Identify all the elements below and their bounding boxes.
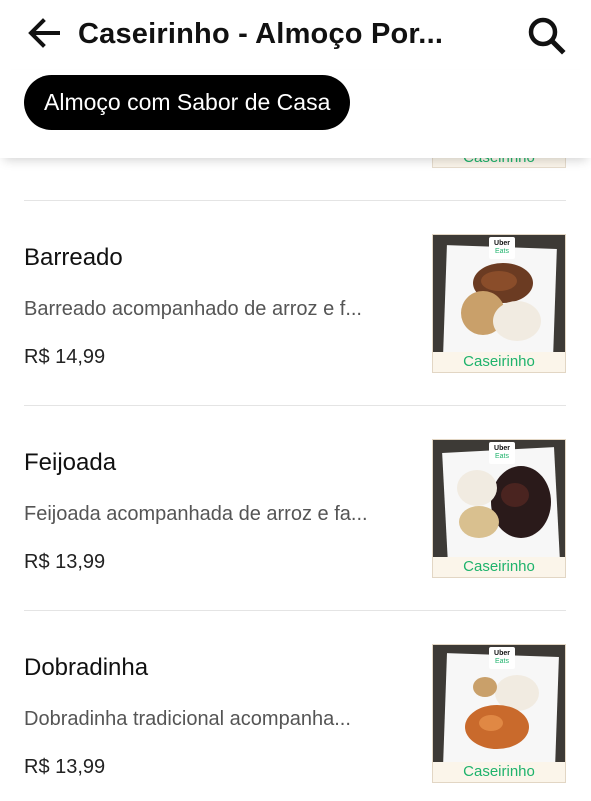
badge-text-bottom: Eats <box>494 658 509 665</box>
menu-item-dobradinha[interactable]: Dobradinha Dobradinha tradicional acompa… <box>0 616 591 801</box>
menu-item-thumbnail: Uber Eats Caseirinho <box>432 234 566 373</box>
menu-item-description: Barreado acompanhado de arroz e f... <box>24 298 362 320</box>
badge-text-top: Uber <box>494 445 510 452</box>
back-button[interactable] <box>24 13 64 53</box>
menu-item-barreado[interactable]: Barreado Barreado acompanhado de arroz e… <box>0 206 591 412</box>
menu-item-name: Dobradinha <box>24 654 149 681</box>
badge-text-bottom: Eats <box>494 453 509 460</box>
uber-eats-badge: Uber Eats <box>489 442 515 464</box>
search-button[interactable] <box>525 14 567 56</box>
page-title: Caseirinho - Almoço Por... <box>78 18 444 50</box>
thumbnail-brand-label: Caseirinho <box>433 762 565 782</box>
menu-item-feijoada[interactable]: Feijoada Feijoada acompanhada de arroz e… <box>0 411 591 617</box>
menu-item-description: Dobradinha tradicional acompanha... <box>24 708 351 730</box>
badge-text-bottom: Eats <box>494 248 509 255</box>
thumbnail-brand-label: Caseirinho <box>433 352 565 372</box>
uber-eats-badge: Uber Eats <box>489 647 515 669</box>
badge-text-top: Uber <box>494 240 510 247</box>
search-icon <box>528 17 566 55</box>
menu-item-name: Feijoada <box>24 449 117 476</box>
menu-item-price: R$ 13,99 <box>24 756 106 778</box>
category-chip-selected[interactable]: Almoço com Sabor de Casa <box>24 75 351 130</box>
divider <box>24 405 566 406</box>
menu-item-price: R$ 14,99 <box>24 346 106 368</box>
divider <box>24 610 566 611</box>
menu-item-thumbnail: Uber Eats Caseirinho <box>432 644 566 783</box>
menu-item-price: R$ 13,99 <box>24 551 106 573</box>
menu-item-description: Feijoada acompanhada de arroz e fa... <box>24 503 368 525</box>
category-chip-bar: Almoço com Sabor de Casa <box>0 70 591 158</box>
divider <box>24 200 566 201</box>
badge-text-top: Uber <box>494 650 510 657</box>
menu-item-thumbnail: Uber Eats Caseirinho <box>432 439 566 578</box>
thumbnail-brand-label: Caseirinho <box>433 557 565 577</box>
arrow-left-icon <box>28 18 60 48</box>
top-app-bar: Caseirinho - Almoço Por... <box>0 0 591 70</box>
uber-eats-badge: Uber Eats <box>489 237 515 259</box>
menu-item-name: Barreado <box>24 244 123 271</box>
